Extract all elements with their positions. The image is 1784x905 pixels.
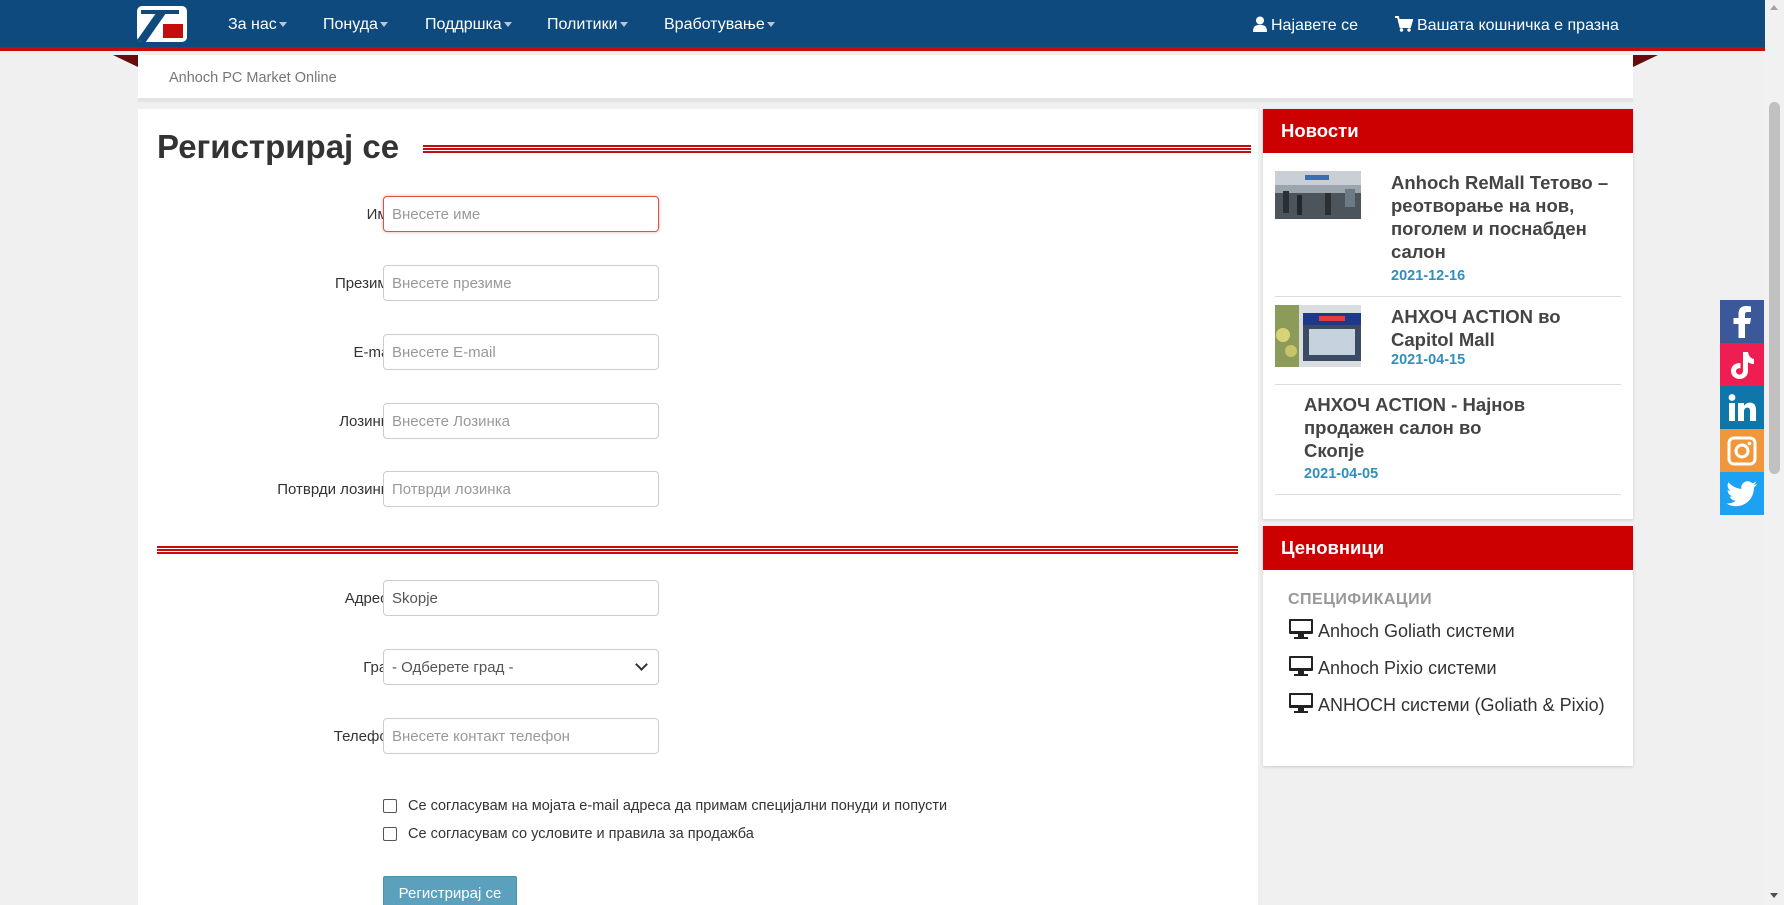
- facebook-icon: [1733, 305, 1751, 338]
- instagram-icon: [1727, 436, 1757, 465]
- linkedin-link[interactable]: [1720, 386, 1764, 429]
- news-item[interactable]: АНХОЧ ACTION - Најнов продажен салон во …: [1275, 385, 1621, 495]
- breadcrumb-text[interactable]: Anhoch PC Market Online: [169, 70, 337, 86]
- top-navbar: За нас Понуда Поддршка Политики Вработув…: [0, 0, 1765, 51]
- news-title[interactable]: АНХОЧ ACTION во Capitol Mall: [1391, 305, 1621, 351]
- section-divider: [157, 546, 1238, 554]
- news-date: 2021-04-15: [1391, 352, 1466, 368]
- nav-menu-offer[interactable]: Понуда: [323, 16, 388, 34]
- terms-consent-row: Се согласувам со условите и правила за п…: [383, 826, 754, 842]
- title-divider: [423, 145, 1251, 153]
- twitter-icon: [1726, 480, 1757, 506]
- tiktok-icon: [1731, 351, 1754, 379]
- promo-consent-label: Се согласувам на мојата e-mail адреса да…: [408, 798, 948, 814]
- news-date: 2021-04-05: [1304, 466, 1379, 482]
- login-link[interactable]: Најавете се: [1253, 16, 1358, 35]
- chevron-down-icon: [635, 658, 648, 671]
- promo-consent-row: Се согласувам на мојата e-mail адреса да…: [383, 798, 947, 814]
- confirm-password-input[interactable]: [383, 471, 659, 507]
- instagram-link[interactable]: [1720, 429, 1764, 472]
- pricelists-card: Ценовници СПЕЦИФИКАЦИИ Anhoch Goliath си…: [1263, 526, 1633, 766]
- cart-link[interactable]: Вашата кошничка е празна: [1395, 16, 1619, 35]
- news-card: Новости Anhoch ReMall Тетово – реотворањ…: [1263, 109, 1633, 519]
- anhoch-logo[interactable]: [137, 6, 187, 42]
- ribbon-right: [1633, 55, 1658, 67]
- breadcrumb: Anhoch PC Market Online: [138, 55, 1633, 102]
- specifications-heading: СПЕЦИФИКАЦИИ: [1288, 591, 1433, 608]
- email-input[interactable]: [383, 334, 659, 370]
- confirm-password-row: Потврди лозинка: [138, 471, 838, 507]
- email-row: E-mail: [138, 334, 838, 370]
- city-select[interactable]: - Одберете град -: [383, 649, 659, 685]
- password-input[interactable]: [383, 403, 659, 439]
- phone-input[interactable]: [383, 718, 659, 754]
- pricelist-link[interactable]: ANHOCH системи (Goliath & Pixio): [1288, 690, 1608, 721]
- news-thumbnail[interactable]: [1275, 305, 1361, 367]
- confirm-password-label: Потврди лозинка: [277, 481, 396, 498]
- news-date: 2021-12-16: [1391, 268, 1466, 284]
- promo-consent-checkbox[interactable]: [383, 799, 397, 813]
- pricelists-heading: Ценовници: [1263, 526, 1633, 570]
- ribbon-left: [113, 55, 138, 67]
- caret-down-icon: [379, 22, 388, 28]
- monitor-icon: [1289, 693, 1313, 713]
- monitor-icon: [1289, 619, 1313, 639]
- pricelist-link[interactable]: Anhoch Goliath системи: [1288, 616, 1608, 647]
- user-icon: [1253, 16, 1267, 32]
- monitor-icon: [1289, 656, 1313, 676]
- nav-menu-careers[interactable]: Вработување: [664, 16, 775, 34]
- shopping-cart-icon: [1395, 16, 1414, 32]
- caret-down-icon: [619, 22, 628, 28]
- news-thumbnail[interactable]: [1275, 171, 1361, 219]
- last-name-row: Презиме: [138, 265, 838, 301]
- registration-panel: Регистрирај се Име Презиме E-mail Лозинк…: [138, 109, 1258, 905]
- caret-down-icon: [503, 22, 512, 28]
- facebook-link[interactable]: [1720, 300, 1764, 343]
- nav-menu-policies[interactable]: Политики: [547, 16, 628, 34]
- linkedin-icon: [1728, 393, 1756, 421]
- news-title[interactable]: Anhoch ReMall Тетово – реотворање на нов…: [1391, 171, 1621, 263]
- twitter-link[interactable]: [1720, 472, 1764, 515]
- password-row: Лозинка: [138, 403, 838, 439]
- first-name-input[interactable]: [383, 196, 659, 232]
- terms-consent-checkbox[interactable]: [383, 827, 397, 841]
- page-scrollbar[interactable]: [1765, 0, 1784, 905]
- address-input[interactable]: [383, 580, 659, 616]
- news-item[interactable]: Anhoch ReMall Тетово – реотворање на нов…: [1275, 153, 1621, 297]
- tiktok-link[interactable]: [1720, 343, 1764, 386]
- news-title[interactable]: АНХОЧ ACTION - Најнов продажен салон во …: [1304, 393, 1534, 462]
- city-row: Град - Одберете град -: [138, 649, 838, 685]
- scrollbar-thumb[interactable]: [1769, 102, 1780, 474]
- news-item[interactable]: АНХОЧ ACTION во Capitol Mall 2021-04-15: [1275, 297, 1621, 385]
- address-row: Адреса: [138, 580, 838, 616]
- register-button[interactable]: Регистрирај се: [383, 876, 517, 905]
- scroll-up-icon[interactable]: [1770, 5, 1778, 10]
- caret-down-icon: [278, 22, 287, 28]
- nav-menu-about[interactable]: За нас: [228, 16, 287, 34]
- last-name-input[interactable]: [383, 265, 659, 301]
- city-select-value: - Одберете град -: [392, 658, 514, 676]
- caret-down-icon: [766, 22, 775, 28]
- news-heading: Новости: [1263, 109, 1633, 153]
- phone-row: Телефон: [138, 718, 838, 754]
- pricelist-link[interactable]: Anhoch Pixio системи: [1288, 653, 1608, 684]
- nav-menu-support[interactable]: Поддршка: [425, 16, 512, 34]
- page-title: Регистрирај се: [157, 128, 400, 165]
- scroll-down-icon[interactable]: [1770, 893, 1778, 898]
- terms-consent-label: Се согласувам со условите и правила за п…: [408, 826, 754, 842]
- first-name-row: Име: [138, 196, 838, 232]
